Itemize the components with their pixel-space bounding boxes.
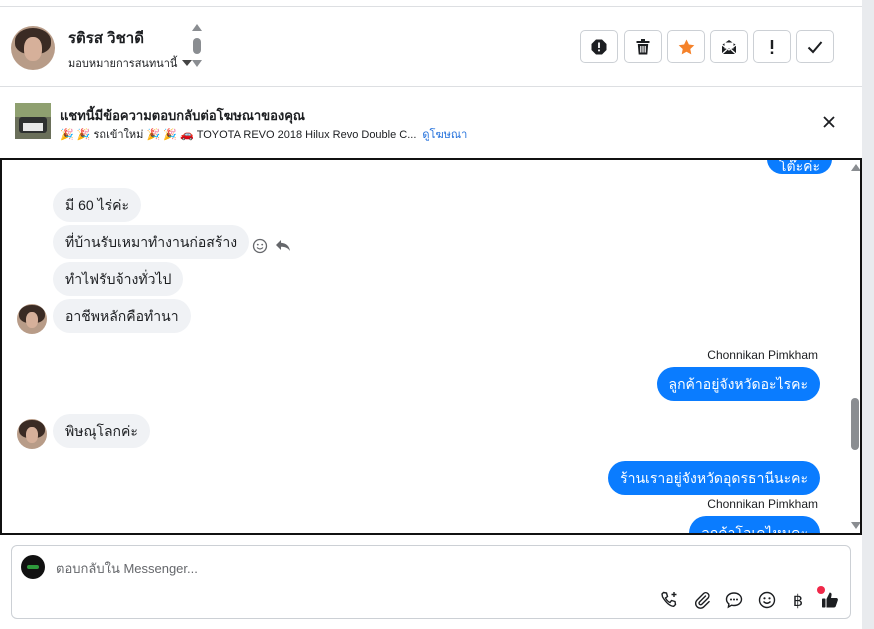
payment-icon: ฿ — [792, 590, 804, 610]
close-icon[interactable] — [820, 113, 838, 131]
sender-name: Chonnikan Pimkham — [707, 348, 818, 362]
star-conversation-button[interactable] — [667, 30, 705, 63]
assign-label: มอบหมายการสนทนานี้ — [68, 58, 178, 70]
ad-description: 🎉 🎉 รถเข้าใหม่ 🎉 🎉 🚗 TOYOTA REVO 2018 Hi… — [60, 129, 417, 141]
message-bubble-outgoing[interactable]: ร้านเราอยู่จังหวัดอุดรธานีนะคะ — [608, 461, 820, 495]
send-like-button[interactable] — [820, 590, 840, 610]
mark-unread-button[interactable] — [710, 30, 748, 63]
payment-button[interactable]: ฿ — [788, 590, 808, 610]
mark-done-button[interactable] — [796, 30, 834, 63]
emoji-button[interactable] — [757, 590, 777, 610]
call-button[interactable] — [659, 590, 679, 610]
delete-conversation-button[interactable] — [624, 30, 662, 63]
saved-replies-icon — [725, 592, 743, 609]
message-bubble-incoming[interactable]: ที่บ้านรับเหมาทำงานก่อสร้าง — [53, 225, 250, 259]
assign-conversation-dropdown[interactable]: มอบหมายการสนทนานี้ — [68, 54, 193, 72]
react-emoji-icon[interactable] — [252, 238, 268, 254]
contact-avatar[interactable] — [11, 26, 55, 70]
attach-file-button[interactable] — [692, 590, 712, 610]
header-mini-scrollbar[interactable] — [192, 24, 202, 72]
trash-icon — [636, 38, 650, 54]
sender-avatar[interactable] — [17, 419, 47, 449]
page-gutter — [862, 0, 874, 629]
message-bubble-incoming[interactable]: มี 60 ไร่ค่ะ — [53, 188, 142, 222]
message-bubble-incoming[interactable]: อาชีพหลักคือทำนา — [53, 299, 191, 333]
emoji-icon — [758, 591, 776, 609]
message-thread[interactable]: โต๊ะค่ะ มี 60 ไร่ค่ะ ที่บ้านรับเหมาทำงาน… — [0, 158, 862, 535]
contact-name[interactable]: รติรส วิชาดี — [68, 26, 144, 50]
follow-up-button[interactable] — [753, 30, 791, 63]
scroll-thumb[interactable] — [851, 398, 859, 450]
done-icon — [807, 40, 823, 53]
star-icon — [678, 39, 694, 54]
thumbs-up-icon — [822, 592, 838, 608]
message-bubble-outgoing[interactable]: ลูกค้าอยู่จังหวัดอะไรคะ — [656, 367, 820, 401]
message-bubble-outgoing[interactable]: ลูกค้าโอเคไหมคะ — [689, 516, 820, 533]
mark-unread-icon — [721, 39, 737, 54]
spam-icon — [591, 39, 607, 54]
message-composer: ฿ — [11, 545, 851, 619]
sender-avatar[interactable] — [17, 304, 47, 334]
page-avatar — [21, 555, 45, 579]
saved-replies-button[interactable] — [724, 590, 744, 610]
thread-scrollbar[interactable] — [850, 160, 860, 533]
scroll-down-arrow-icon[interactable] — [192, 60, 202, 67]
scroll-up-arrow-icon[interactable] — [192, 24, 202, 31]
follow-up-icon — [770, 39, 774, 54]
sender-name: Chonnikan Pimkham — [707, 497, 818, 511]
message-bubble-outgoing[interactable]: โต๊ะค่ะ — [767, 160, 833, 174]
message-bubble-incoming[interactable]: ทำไฟรับจ้างทั่วไป — [53, 262, 184, 296]
ad-thumbnail[interactable] — [15, 103, 51, 139]
scroll-down-arrow-icon[interactable] — [851, 522, 860, 529]
ad-reply-banner: แชทนี้มีข้อความตอบกลับต่อโฆษณาของคุณ 🎉 🎉… — [0, 87, 862, 157]
reply-input[interactable] — [56, 558, 756, 578]
call-add-icon — [661, 591, 677, 608]
conversation-header: รติรส วิชาดี มอบหมายการสนทนานี้ — [0, 6, 862, 87]
message-bubble-incoming[interactable]: พิษณุโลกค่ะ — [53, 414, 150, 448]
mark-as-spam-button[interactable] — [580, 30, 618, 63]
messenger-inbox-panel: รติรส วิชาดี มอบหมายการสนทนานี้ แชทนี้มี… — [0, 0, 874, 629]
scroll-thumb[interactable] — [193, 38, 201, 54]
scroll-up-arrow-icon[interactable] — [851, 164, 860, 171]
ad-banner-subtitle: 🎉 🎉 รถเข้าใหม่ 🎉 🎉 🚗 TOYOTA REVO 2018 Hi… — [60, 125, 467, 143]
view-ad-link[interactable]: ดูโฆษณา — [422, 129, 467, 141]
ad-banner-title: แชทนี้มีข้อความตอบกลับต่อโฆษณาของคุณ — [60, 108, 305, 123]
reply-arrow-icon[interactable] — [275, 238, 291, 254]
attachment-icon — [695, 592, 710, 609]
chevron-down-icon — [182, 60, 193, 66]
